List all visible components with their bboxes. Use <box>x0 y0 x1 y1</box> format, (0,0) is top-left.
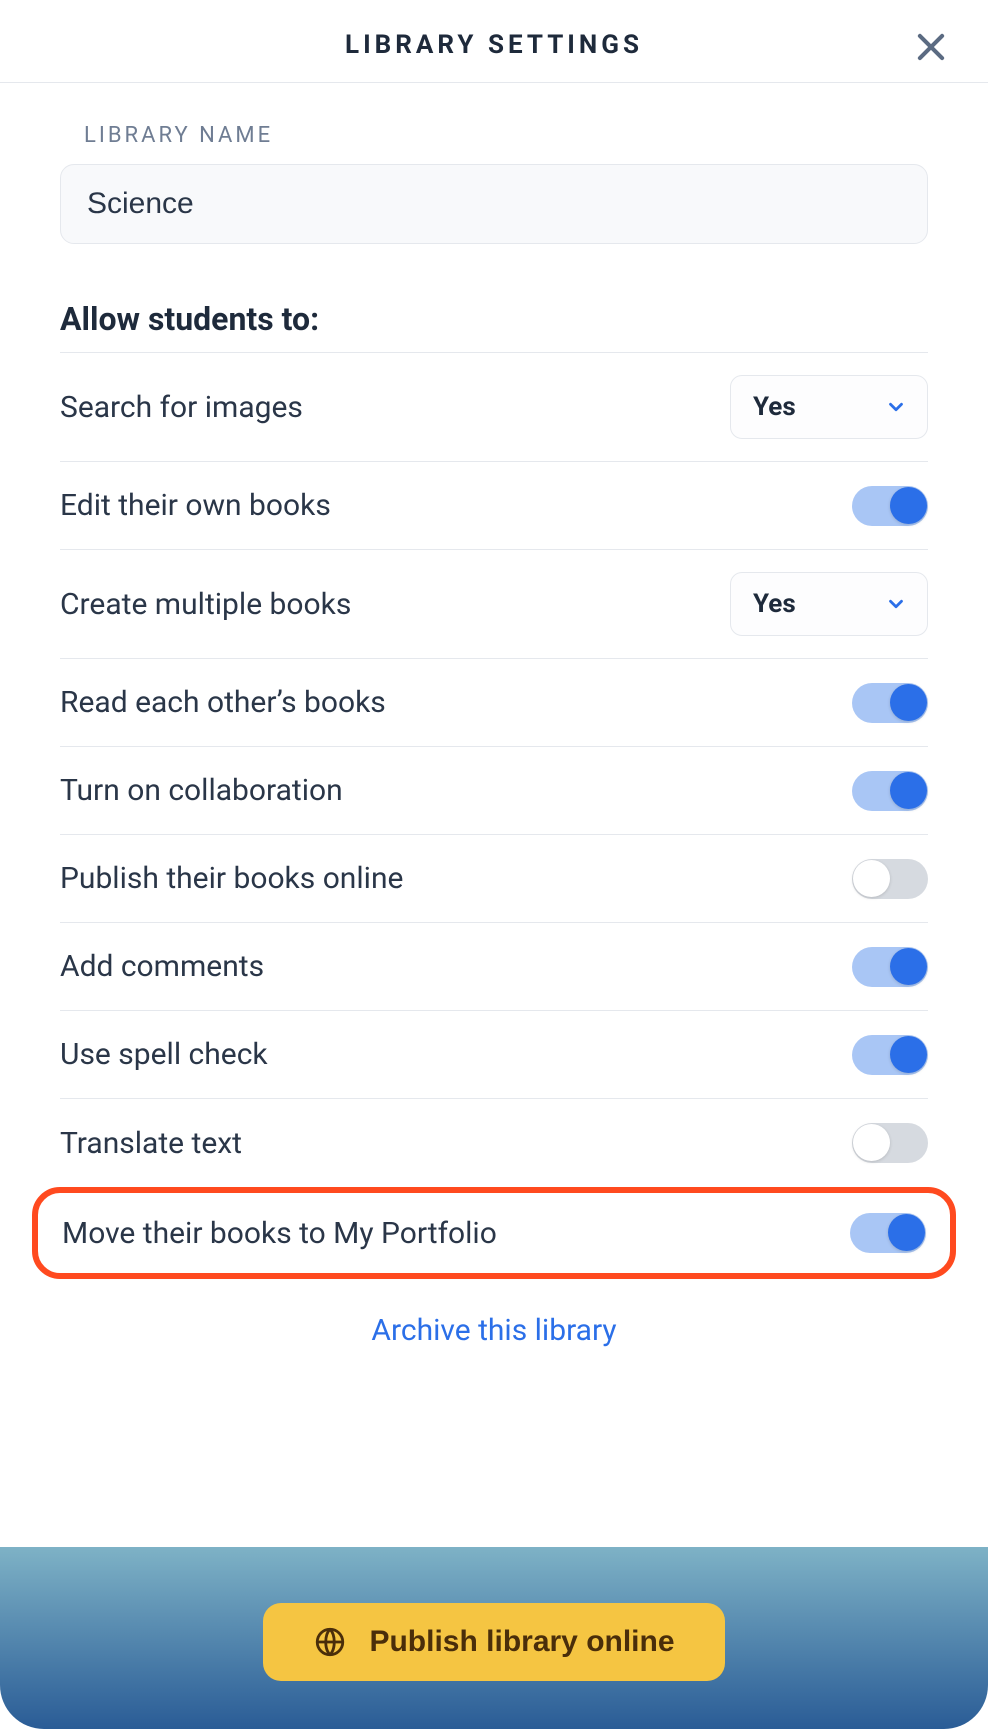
modal-title: LIBRARY SETTINGS <box>345 30 643 60</box>
select-search-images[interactable]: Yes <box>730 375 928 439</box>
label-publish-online: Publish their books online <box>60 861 403 896</box>
close-button[interactable] <box>912 28 950 66</box>
toggle-spell-check[interactable] <box>852 1035 928 1075</box>
settings-list: Search for images Yes Edit their own boo… <box>60 352 928 1279</box>
toggle-translate[interactable] <box>852 1123 928 1163</box>
label-create-multiple: Create multiple books <box>60 587 351 622</box>
toggle-publish-online[interactable] <box>852 859 928 899</box>
row-search-images: Search for images Yes <box>60 353 928 462</box>
row-collaboration: Turn on collaboration <box>60 747 928 835</box>
archive-library-link[interactable]: Archive this library <box>60 1313 928 1348</box>
toggle-collaboration[interactable] <box>852 771 928 811</box>
modal-footer: Publish library online <box>0 1547 988 1729</box>
toggle-knob <box>890 487 927 524</box>
modal-header: LIBRARY SETTINGS <box>0 0 988 83</box>
row-create-multiple: Create multiple books Yes <box>60 550 928 659</box>
row-edit-books: Edit their own books <box>60 462 928 550</box>
label-translate: Translate text <box>60 1126 242 1161</box>
row-move-portfolio-highlighted: Move their books to My Portfolio <box>32 1187 956 1279</box>
label-add-comments: Add comments <box>60 949 264 984</box>
label-search-images: Search for images <box>60 390 303 425</box>
library-name-input[interactable] <box>60 164 928 244</box>
row-add-comments: Add comments <box>60 923 928 1011</box>
chevron-down-icon <box>885 396 907 418</box>
label-read-others: Read each other’s books <box>60 685 386 720</box>
select-value: Yes <box>753 392 796 422</box>
library-settings-modal: LIBRARY SETTINGS LIBRARY NAME Allow stud… <box>0 0 988 1729</box>
label-collaboration: Turn on collaboration <box>60 773 343 808</box>
select-value: Yes <box>753 589 796 619</box>
toggle-knob <box>890 684 927 721</box>
label-spell-check: Use spell check <box>60 1037 268 1072</box>
toggle-knob <box>890 1036 927 1073</box>
select-create-multiple[interactable]: Yes <box>730 572 928 636</box>
toggle-move-portfolio[interactable] <box>850 1213 926 1253</box>
toggle-read-others[interactable] <box>852 683 928 723</box>
label-move-portfolio: Move their books to My Portfolio <box>62 1216 497 1251</box>
row-read-others: Read each other’s books <box>60 659 928 747</box>
globe-icon <box>313 1625 347 1659</box>
toggle-knob <box>888 1214 925 1251</box>
allow-students-heading: Allow students to: <box>60 300 928 338</box>
close-icon <box>912 28 950 66</box>
library-name-label: LIBRARY NAME <box>84 123 928 148</box>
modal-body: LIBRARY NAME Allow students to: Search f… <box>0 83 988 1547</box>
row-translate: Translate text <box>60 1099 928 1187</box>
toggle-add-comments[interactable] <box>852 947 928 987</box>
toggle-knob <box>853 1124 890 1161</box>
chevron-down-icon <box>885 593 907 615</box>
toggle-edit-books[interactable] <box>852 486 928 526</box>
toggle-knob <box>890 772 927 809</box>
publish-library-button[interactable]: Publish library online <box>263 1603 724 1681</box>
toggle-knob <box>853 860 890 897</box>
row-spell-check: Use spell check <box>60 1011 928 1099</box>
publish-button-label: Publish library online <box>369 1625 674 1659</box>
toggle-knob <box>890 948 927 985</box>
label-edit-books: Edit their own books <box>60 488 331 523</box>
row-publish-online: Publish their books online <box>60 835 928 923</box>
